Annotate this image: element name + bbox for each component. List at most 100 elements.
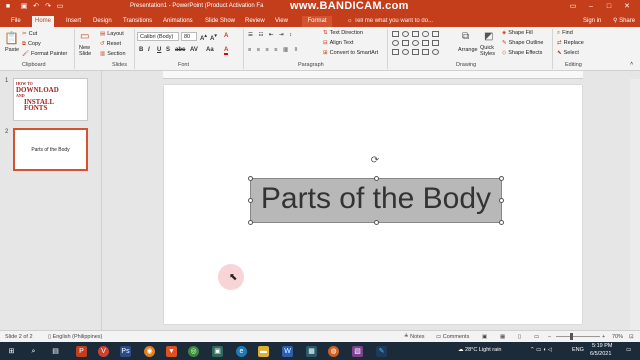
format-painter-button[interactable]: 🖌 Format Painter xyxy=(22,51,67,57)
slideshow-icon[interactable]: ▭ xyxy=(56,3,64,11)
new-slide-icon[interactable]: ▭ xyxy=(80,31,89,42)
shape-fill-button[interactable]: ◈ Shape Fill xyxy=(502,30,533,36)
list-buttons[interactable]: ☰ ☷ ⇤ ⇥ ↕ xyxy=(248,32,294,38)
vivaldi-icon[interactable]: V xyxy=(98,346,109,357)
clock-time[interactable]: 5:19 PM xyxy=(592,343,612,349)
resize-handle[interactable] xyxy=(374,220,379,225)
layout-button[interactable]: ▤ Layout xyxy=(100,31,124,37)
maximize-button[interactable]: □ xyxy=(604,2,614,11)
cut-button[interactable]: ✂ Cut xyxy=(22,31,37,37)
zoom-out-icon[interactable]: – xyxy=(548,334,551,340)
redo-icon[interactable]: ↷ xyxy=(44,3,52,11)
windows-start-icon[interactable]: ⊞ xyxy=(6,346,17,357)
quick-styles-button[interactable]: Quick Styles xyxy=(480,45,498,57)
font-name-box[interactable]: Calibri (Body) xyxy=(137,32,179,41)
reset-button[interactable]: ↺ Reset xyxy=(100,41,121,47)
resize-handle[interactable] xyxy=(248,198,253,203)
ribbon-display-icon[interactable]: ▭ xyxy=(568,2,578,11)
browser-icon[interactable]: ◉ xyxy=(144,346,155,357)
notifications-icon[interactable]: ▭ xyxy=(626,347,631,353)
resize-handle[interactable] xyxy=(499,176,504,181)
slide-thumbnail-1[interactable]: HOW TO DOWNLOAD AND INSTALL FONTS xyxy=(13,78,88,121)
copy-button[interactable]: ⧉ Copy xyxy=(22,41,41,48)
file-explorer-icon[interactable]: ▬ xyxy=(258,346,269,357)
font-color-button[interactable]: A xyxy=(224,47,229,55)
grow-font-icon[interactable]: A▴ xyxy=(200,33,207,42)
tab-design[interactable]: Design xyxy=(90,16,115,27)
slide-thumbnail-2[interactable]: Parts of the Body xyxy=(13,128,88,171)
normal-view-icon[interactable]: ▣ xyxy=(482,334,487,340)
powerpoint-taskbar-icon[interactable]: P xyxy=(76,346,87,357)
tab-file[interactable]: File xyxy=(8,16,24,27)
app-icon[interactable]: ▦ xyxy=(306,346,317,357)
firefox-icon[interactable]: ◍ xyxy=(328,346,339,357)
zoom-in-icon[interactable]: + xyxy=(602,334,605,340)
italic-button[interactable]: I xyxy=(148,47,150,53)
align-text-button[interactable]: ⊟ Align Text xyxy=(323,40,353,46)
brave-icon[interactable]: ▼ xyxy=(166,346,177,357)
zoom-slider[interactable] xyxy=(556,336,600,337)
change-case-button[interactable]: Aa xyxy=(206,47,214,53)
tell-me-box[interactable]: ☼ Tell me what you want to do... xyxy=(344,16,436,27)
input-language[interactable]: ENG xyxy=(572,347,584,353)
save-icon[interactable]: ▣ xyxy=(20,3,28,11)
tab-transitions[interactable]: Transitions xyxy=(120,16,155,27)
arrange-icon[interactable]: ⧉ xyxy=(462,31,469,42)
resize-handle[interactable] xyxy=(248,176,253,181)
text-direction-button[interactable]: ⇅ Text Direction xyxy=(323,30,363,36)
paste-button[interactable]: Paste xyxy=(5,47,19,53)
arrange-button[interactable]: Arrange xyxy=(458,47,478,53)
tab-slide-show[interactable]: Slide Show xyxy=(202,16,238,27)
collapse-ribbon-icon[interactable]: ˄ xyxy=(630,61,633,67)
weather-status[interactable]: ☁ 28°C Light rain xyxy=(458,347,501,353)
underline-button[interactable]: U xyxy=(157,47,161,53)
slide-sorter-icon[interactable]: ▦ xyxy=(500,334,505,340)
word-icon[interactable]: W xyxy=(282,346,293,357)
spacing-button[interactable]: AV xyxy=(190,47,198,53)
sign-in-link[interactable]: Sign in xyxy=(580,16,604,27)
section-button[interactable]: ▥ Section xyxy=(100,51,126,57)
paste-icon[interactable]: 📋 xyxy=(4,31,19,45)
shape-outline-button[interactable]: ✎ Shape Outline xyxy=(502,40,543,46)
tab-animations[interactable]: Animations xyxy=(160,16,196,27)
align-buttons[interactable]: ≡ ≡ ≡ ≡ ▥ ⇳ xyxy=(248,47,300,53)
task-view-icon[interactable]: ▤ xyxy=(50,346,61,357)
zoom-slider-thumb[interactable] xyxy=(570,333,573,340)
tray-icons[interactable]: ⌃ ▭ ◖ ◁ xyxy=(530,347,552,353)
title-textbox[interactable]: Parts of the Body xyxy=(248,176,504,225)
find-button[interactable]: ⌕ Find xyxy=(557,30,573,37)
resize-handle[interactable] xyxy=(499,220,504,225)
select-button[interactable]: ⬉ Select xyxy=(557,50,579,56)
share-button[interactable]: ⚲ Share xyxy=(610,16,638,27)
vertical-scrollbar[interactable] xyxy=(630,79,640,330)
edge-icon[interactable]: e xyxy=(236,346,247,357)
minimize-button[interactable]: – xyxy=(586,2,596,11)
new-slide-button[interactable]: New Slide xyxy=(79,45,95,57)
language-status[interactable]: ▯ English (Philippines) xyxy=(48,334,102,340)
quick-styles-icon[interactable]: ◩ xyxy=(484,31,493,42)
convert-smartart-button[interactable]: ⊞ Convert to SmartArt xyxy=(323,50,378,56)
notes-button[interactable]: ≜ Notes xyxy=(404,334,425,340)
chrome-icon[interactable]: ◎ xyxy=(188,346,199,357)
search-icon[interactable]: ⌕ xyxy=(28,346,39,357)
rotate-handle-icon[interactable]: ⟳ xyxy=(370,156,380,166)
shadow-button[interactable]: S xyxy=(166,47,170,53)
font-size-box[interactable]: 80 xyxy=(181,32,197,41)
resize-handle[interactable] xyxy=(499,198,504,203)
reading-view-icon[interactable]: ▯ xyxy=(518,334,521,340)
close-button[interactable]: ✕ xyxy=(622,2,632,11)
shrink-font-icon[interactable]: A▾ xyxy=(210,33,217,42)
clear-format-icon[interactable]: A xyxy=(224,33,228,39)
slide-title[interactable]: Parts of the Body xyxy=(251,182,501,216)
bold-button[interactable]: B xyxy=(139,47,143,53)
zoom-level[interactable]: 70% xyxy=(612,334,623,340)
strikethrough-button[interactable]: abc xyxy=(175,47,185,53)
slideshow-view-icon[interactable]: ▭ xyxy=(534,334,539,340)
undo-icon[interactable]: ↶ xyxy=(32,3,40,11)
resize-handle[interactable] xyxy=(374,176,379,181)
app-icon[interactable]: ▣ xyxy=(212,346,223,357)
fit-slide-icon[interactable]: ⊡ xyxy=(629,334,634,340)
resize-handle[interactable] xyxy=(248,220,253,225)
tab-format[interactable]: Format xyxy=(302,16,332,27)
app-icon[interactable]: ✎ xyxy=(376,346,387,357)
